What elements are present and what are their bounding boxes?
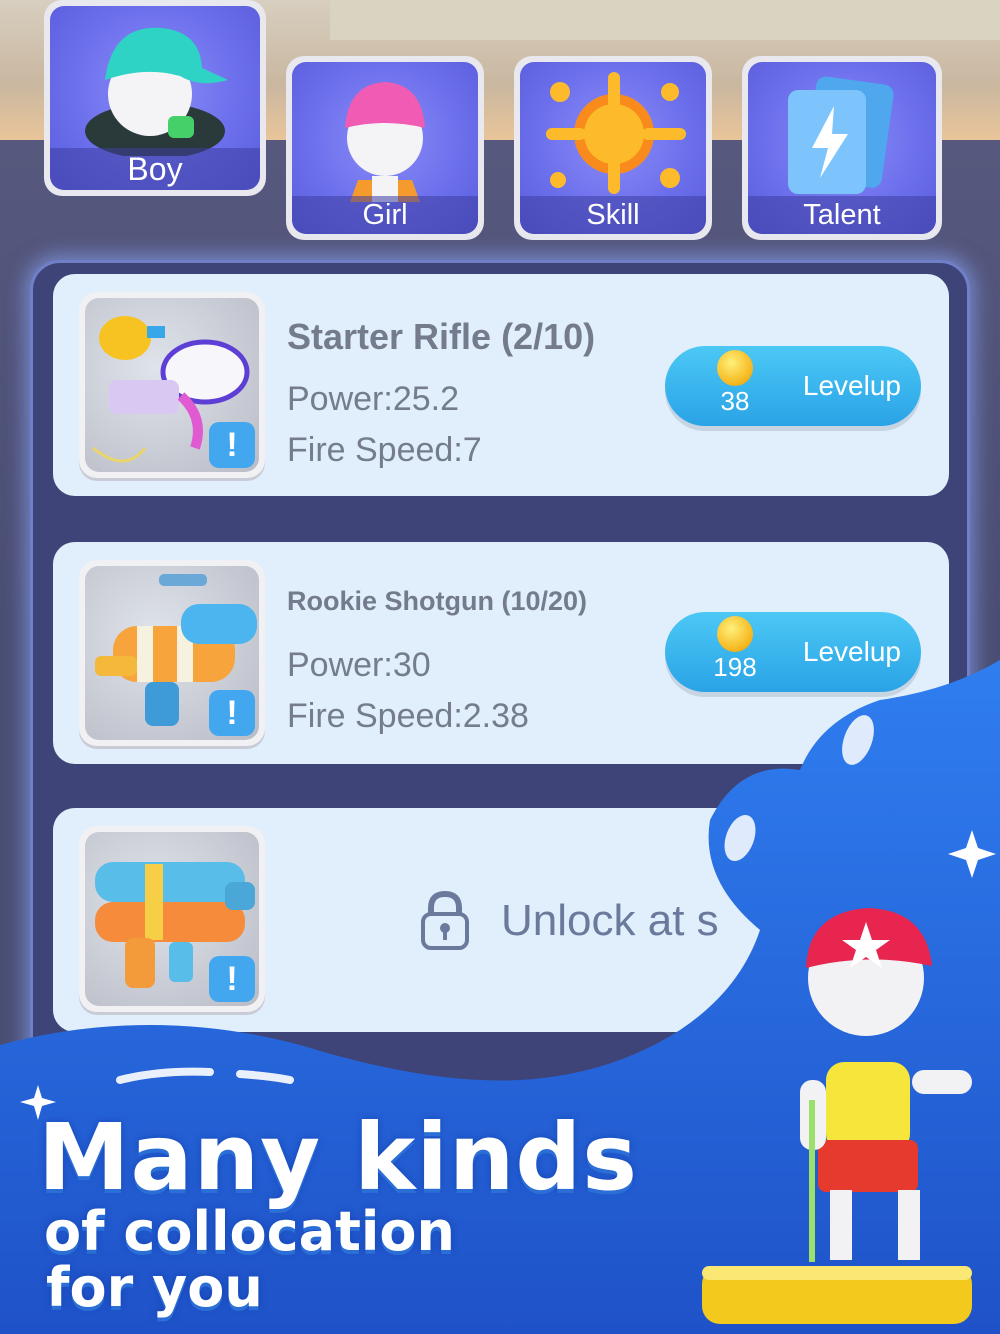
weapon-thumbnail[interactable]: ! <box>79 292 265 478</box>
weapon-card: ! Rookie Shotgun (10/20) Power:30 Fire S… <box>53 542 949 764</box>
tab-skill-label: Skill <box>520 196 706 234</box>
tab-skill[interactable]: Skill <box>514 56 712 240</box>
levelup-label: Levelup <box>802 370 901 401</box>
levelup-cost: 198 <box>713 652 757 682</box>
info-badge-icon[interactable]: ! <box>209 422 255 468</box>
lock-icon <box>421 890 469 950</box>
coin-icon <box>717 616 753 652</box>
tab-girl[interactable]: Girl <box>286 56 484 240</box>
weapon-name: Starter Rifle (2/10) <box>287 316 596 357</box>
promo-headline: Many kinds <box>38 1104 638 1211</box>
tab-girl-label: Girl <box>292 196 478 234</box>
info-badge-icon[interactable]: ! <box>209 690 255 736</box>
promo-subline-2: for you <box>46 1256 263 1319</box>
lightning-card-icon <box>788 76 894 194</box>
tab-talent-label: Talent <box>748 196 936 234</box>
tab-talent[interactable]: Talent <box>742 56 942 240</box>
weapon-fire-speed: Fire Speed:2.38 <box>287 697 529 735</box>
unlock-requirement-text: Unlock at s <box>501 896 719 945</box>
weapon-fire-speed: Fire Speed:7 <box>287 431 482 469</box>
coin-icon <box>717 350 753 386</box>
girl-avatar-icon <box>345 82 425 202</box>
weapon-power: Power:30 <box>287 646 431 684</box>
tab-boy[interactable]: Boy <box>44 0 266 196</box>
tab-boy-label: Boy <box>50 148 260 190</box>
paint-splash-icon <box>546 72 686 194</box>
weapon-thumbnail[interactable]: ! <box>79 826 265 1012</box>
levelup-cost: 38 <box>720 386 750 416</box>
promo-subline-1: of collocation <box>44 1200 455 1263</box>
levelup-label: Levelup <box>802 636 901 667</box>
weapon-card: ! Starter Rifle (2/10) Power:25.2 Fire S… <box>53 274 949 496</box>
weapon-name: Rookie Shotgun (10/20) <box>287 586 588 616</box>
levelup-button[interactable]: 38 Levelup <box>665 346 921 426</box>
levelup-button[interactable]: 198 Levelup <box>665 612 921 692</box>
weapon-thumbnail[interactable]: ! <box>79 560 265 746</box>
info-badge-icon[interactable]: ! <box>209 956 255 1002</box>
weapon-power: Power:25.2 <box>287 380 459 418</box>
boy-avatar-icon <box>85 27 228 156</box>
weapon-card-locked: ! Unlock at s <box>53 808 949 1032</box>
